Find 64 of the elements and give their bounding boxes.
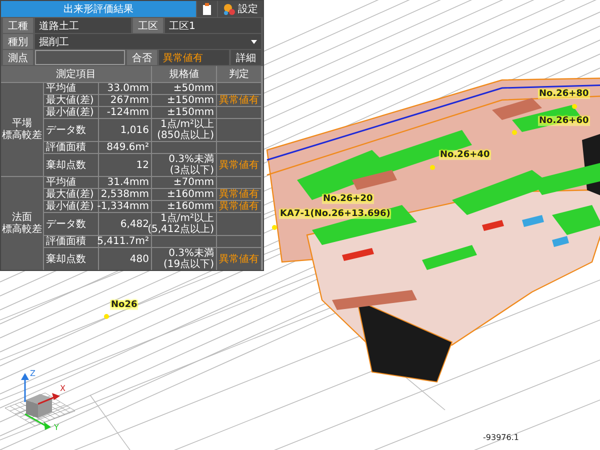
table-cell: 最小値(差) — [44, 107, 98, 118]
table-cell: 最大値(差) — [44, 189, 98, 200]
axis-label: Y — [54, 423, 59, 432]
group-label: 標高較差 — [2, 224, 42, 236]
coordinate-text: -93976.1 — [483, 433, 519, 442]
column-header: 測定項目 — [1, 66, 151, 82]
table-cell: 31.4mm — [99, 177, 151, 188]
table-cell: 棄却点数 — [44, 248, 98, 270]
table-cell: -1,334mm — [99, 201, 151, 212]
station-label: No.26+40 — [439, 150, 491, 160]
table-cell: 12 — [99, 154, 151, 176]
field-label: 工種 — [3, 18, 33, 33]
station-label: No.26+80 — [538, 89, 590, 99]
field-label: 合否 — [127, 50, 157, 65]
station-label: No.26+60 — [538, 116, 590, 126]
field-label: 工区 — [133, 18, 163, 33]
table-cell: 平均値 — [44, 83, 98, 94]
column-header: 判定 — [217, 66, 261, 82]
pass-result-text: 異常値有 — [159, 50, 229, 65]
group-label: 法面 — [12, 212, 32, 224]
table-cell: 1,016 — [99, 119, 151, 141]
table-cell: 0.3%未満 (3点以下) — [152, 154, 216, 176]
table-cell: ±160mm — [152, 189, 216, 200]
table-cell: ±50mm — [152, 83, 216, 94]
table-cell: 最小値(差) — [44, 201, 98, 212]
field-label: 種別 — [3, 34, 33, 49]
table-cell: 異常値有 — [217, 154, 261, 176]
group-label: 平場 — [12, 118, 32, 130]
table-cell: -124mm — [99, 107, 151, 118]
table-cell: 異常値有 — [217, 189, 261, 200]
table-cell: 最大値(差) — [44, 95, 98, 106]
station-label: No.26+20 — [322, 194, 374, 204]
field-label: 測点 — [3, 50, 33, 65]
table-cell: データ数 — [44, 119, 98, 141]
table-cell: 0.3%未満 (19点以下) — [152, 248, 216, 270]
axis-label: Z — [30, 369, 36, 378]
station-label: KA7-1(No.26+13.696) — [279, 209, 392, 219]
section-value: 工区1 — [165, 18, 261, 33]
table-cell: ±160mm — [152, 201, 216, 212]
settings-button[interactable]: 設定 — [218, 1, 263, 17]
category-dropdown[interactable]: 掘削工 — [35, 34, 261, 49]
table-cell: データ数 — [44, 213, 98, 235]
work-type-value: 道路土工 — [35, 18, 131, 33]
table-cell: 評価面積 — [44, 236, 98, 247]
group-label: 標高較差 — [2, 130, 42, 142]
detail-button[interactable]: 詳細 — [231, 50, 261, 65]
table-cell: 異常値有 — [217, 95, 261, 106]
table-cell: 849.6m² — [99, 142, 151, 153]
table-cell: 平均値 — [44, 177, 98, 188]
column-header: 規格値 — [152, 66, 216, 82]
table-cell: ±150mm — [152, 107, 216, 118]
axis-label: X — [60, 384, 66, 393]
table-cell: 2,538mm — [99, 189, 151, 200]
table-cell: 異常値有 — [217, 248, 261, 270]
table-cell: 評価面積 — [44, 142, 98, 153]
table-cell: 33.0mm — [99, 83, 151, 94]
table-cell: 棄却点数 — [44, 154, 98, 176]
table-cell: 5,411.7m² — [99, 236, 151, 247]
table-cell: 267mm — [99, 95, 151, 106]
table-cell: 異常値有 — [217, 201, 261, 212]
table-cell: 1点/m²以上 (850点以上) — [152, 119, 216, 141]
table-cell: ±70mm — [152, 177, 216, 188]
table-cell: ±150mm — [152, 95, 216, 106]
table-cell: 480 — [99, 248, 151, 270]
